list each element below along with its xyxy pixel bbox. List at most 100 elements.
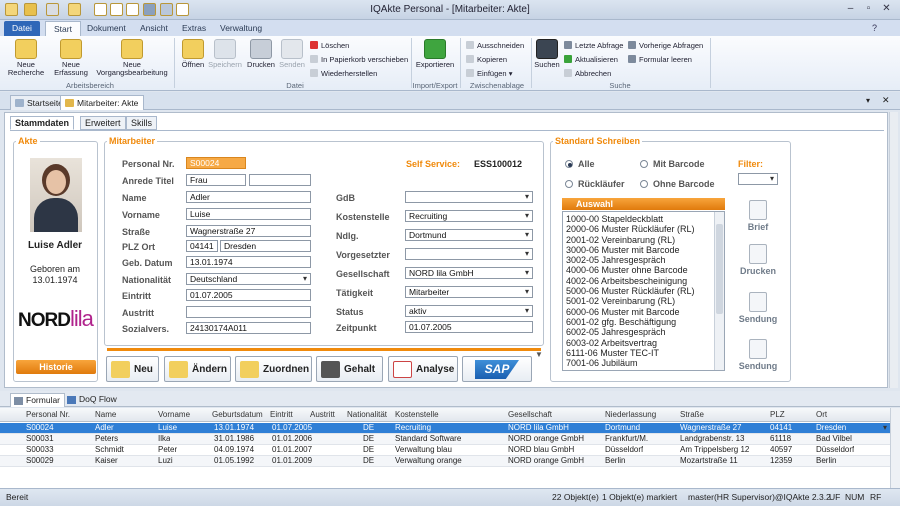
tab-erweitert[interactable]: Erweitert <box>80 116 126 130</box>
schreiben-list-item[interactable]: 7001-06 Jubiläum <box>566 358 721 368</box>
schreiben-list-item[interactable]: 5000-06 Muster Rückläufer (RL) <box>566 286 721 296</box>
wiederherstellen-button[interactable]: Wiederherstellen <box>310 68 377 79</box>
grid-column-header[interactable]: Vorname <box>158 410 190 419</box>
sap-button[interactable]: SAP <box>462 356 532 382</box>
tab-extras[interactable]: Extras <box>174 21 214 36</box>
schreiben-list-item[interactable]: 2000-06 Muster Rückläufer (RL) <box>566 224 721 234</box>
sendung-button-1[interactable]: Sendung <box>734 292 782 324</box>
grid-column-header[interactable]: Eintritt <box>270 410 293 419</box>
radio-alle[interactable] <box>565 160 573 168</box>
grid-column-header[interactable]: Personal Nr. <box>26 410 70 419</box>
schreiben-list-item[interactable]: 6002-05 Jahresgespräch <box>566 327 721 337</box>
papierkorb-button[interactable]: In Papierkorb verschieben <box>310 54 408 65</box>
tab-formular[interactable]: Formular <box>10 393 66 407</box>
table-row[interactable]: S00029 Kaiser Luzi 01.05.1992 01.01.2009 DE Ve… <box>0 456 890 467</box>
analyse-button[interactable]: Analyse <box>388 356 458 382</box>
neu-button[interactable]: Neu <box>106 356 159 382</box>
anrede-field[interactable]: Frau <box>186 174 246 186</box>
tab-datei[interactable]: Datei <box>4 21 40 36</box>
table-row[interactable]: S00024 Adler Luise 13.01.1974 01.07.2005 DE Re… <box>0 423 890 434</box>
vertical-scrollbar[interactable] <box>889 112 898 388</box>
sendung-button-2[interactable]: Sendung <box>734 339 782 371</box>
plz-field[interactable]: 04141 <box>186 240 218 252</box>
filter-select[interactable] <box>738 173 778 185</box>
sozialvers-field[interactable]: 24130174A011 <box>186 322 311 334</box>
vorherige-abfragen-button[interactable]: Vorherige Abfragen <box>628 40 703 51</box>
gehalt-button[interactable]: Gehalt <box>316 356 383 382</box>
speichern-button[interactable]: Speichern <box>207 39 243 69</box>
ndlg-select[interactable]: Dortmund <box>405 229 533 241</box>
tab-mitarbeiter-akte[interactable]: Mitarbeiter: Akte <box>60 95 145 110</box>
gesellschaft-select[interactable]: NORD lila GmbH <box>405 267 533 279</box>
vorname-field[interactable]: Luise <box>186 208 311 220</box>
senden-button[interactable]: Senden <box>277 39 307 69</box>
list-scroll-thumb[interactable] <box>716 224 723 314</box>
close-icon[interactable]: ✕ <box>878 2 895 16</box>
tab-skills[interactable]: Skills <box>126 116 158 130</box>
titel-field[interactable] <box>249 174 311 186</box>
taetigkeit-select[interactable]: Mitarbeiter <box>405 286 533 298</box>
tab-stammdaten[interactable]: Stammdaten <box>10 116 75 130</box>
aendern-button[interactable]: Ändern <box>164 356 231 382</box>
radio-ohne-barcode[interactable] <box>640 180 648 188</box>
kopieren-button[interactable]: Kopieren <box>466 54 507 65</box>
historie-button[interactable]: Historie <box>16 360 96 374</box>
tab-verwaltung[interactable]: Verwaltung <box>212 21 270 36</box>
schreiben-list-item[interactable]: 3000-06 Muster mit Barcode <box>566 245 721 255</box>
grid-scrollbar[interactable] <box>890 408 900 488</box>
radio-ruecklaeufer[interactable] <box>565 180 573 188</box>
table-row[interactable]: S00033 Schmidt Peter 04.09.1974 01.01.2007 DE… <box>0 445 890 456</box>
kostenstelle-select[interactable]: Recruiting <box>405 210 533 222</box>
nationalitaet-select[interactable]: Deutschland <box>186 273 311 285</box>
neue-vorgangsbearbeitung-button[interactable]: Neue Vorgangsbearbeitung <box>94 39 170 77</box>
personal-nr-field[interactable]: S00024 <box>186 157 246 169</box>
schreiben-list-item[interactable]: 6000-06 Muster mit Barcode <box>566 307 721 317</box>
list-scrollbar[interactable] <box>714 212 724 370</box>
schreiben-list-item[interactable]: 6003-02 Arbeitsvertrag <box>566 338 721 348</box>
schreiben-list-item[interactable]: 6001-02 gfg. Beschäftigung <box>566 317 721 327</box>
tab-start[interactable]: Start <box>45 21 81 36</box>
austritt-field[interactable] <box>186 306 311 318</box>
eintritt-field[interactable]: 01.07.2005 <box>186 289 311 301</box>
zuordnen-button[interactable]: Zuordnen <box>235 356 312 382</box>
name-field[interactable]: Adler <box>186 191 311 203</box>
grid-column-header[interactable]: Kostenstelle <box>395 410 439 419</box>
schreiben-list-item[interactable]: 2001-02 Vereinbarung (RL) <box>566 235 721 245</box>
grid-column-header[interactable]: Straße <box>680 410 704 419</box>
schreiben-list-item[interactable]: 4000-06 Muster ohne Barcode <box>566 265 721 275</box>
grid-column-header[interactable]: PLZ <box>770 410 785 419</box>
oeffnen-button[interactable]: Öffnen <box>178 39 208 69</box>
exportieren-button[interactable]: Exportieren <box>414 39 456 69</box>
expand-arrow-icon[interactable]: ▼ <box>535 350 543 359</box>
loeschen-button[interactable]: Löschen <box>310 40 349 51</box>
grid-column-header[interactable]: Austritt <box>310 410 335 419</box>
schreiben-list-item[interactable]: 5001-02 Vereinbarung (RL) <box>566 296 721 306</box>
grid-column-header[interactable]: Gesellschaft <box>508 410 552 419</box>
grid-column-header[interactable]: Niederlassung <box>605 410 656 419</box>
schreiben-list-item[interactable]: 3002-05 Jahresgespräch <box>566 255 721 265</box>
tab-close-icon[interactable]: ✕ <box>882 95 890 106</box>
tab-ansicht[interactable]: Ansicht <box>132 21 176 36</box>
grid-column-header[interactable]: Geburtsdatum <box>212 410 263 419</box>
radio-mit-barcode[interactable] <box>640 160 648 168</box>
schreiben-list-item[interactable]: 1000-00 Stapeldeckblatt <box>566 214 721 224</box>
schreiben-list-item[interactable]: 6111-06 Muster TEC-IT <box>566 348 721 358</box>
suchen-button[interactable]: Suchen <box>533 39 561 69</box>
drucken-side-button[interactable]: Drucken <box>734 244 782 276</box>
zeitpunkt-field[interactable]: 01.07.2005 <box>405 321 533 333</box>
vorgesetzter-select[interactable] <box>405 248 533 260</box>
neue-recherche-button[interactable]: Neue Recherche <box>6 39 46 77</box>
einfuegen-button[interactable]: Einfügen ▾ <box>466 68 512 79</box>
geb-datum-field[interactable]: 13.01.1974 <box>186 256 311 268</box>
abbrechen-button[interactable]: Abbrechen <box>564 68 611 79</box>
aktualisieren-button[interactable]: Aktualisieren <box>564 54 618 65</box>
brief-button[interactable]: Brief <box>738 200 778 232</box>
neue-erfassung-button[interactable]: Neue Erfassung <box>50 39 92 77</box>
help-icon[interactable]: ? <box>872 23 877 33</box>
ort-field[interactable]: Dresden <box>220 240 311 252</box>
letzte-abfrage-button[interactable]: Letzte Abfrage <box>564 40 623 51</box>
schreiben-list-item[interactable]: 4002-06 Arbeitsbescheinigung <box>566 276 721 286</box>
tab-dokument[interactable]: Dokument <box>79 21 134 36</box>
gdb-select[interactable] <box>405 191 533 203</box>
grid-column-header[interactable]: Ort <box>816 410 827 419</box>
